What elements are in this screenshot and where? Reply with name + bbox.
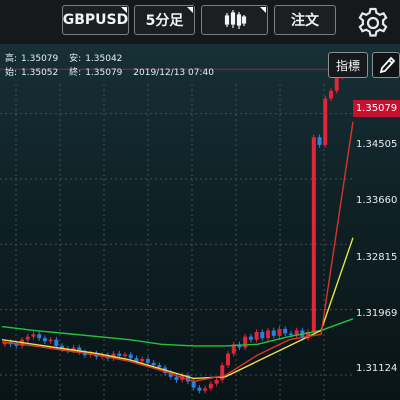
candle-body bbox=[25, 336, 30, 340]
candle-body bbox=[140, 359, 145, 362]
ohlc-line-2: 始: 1.35052 終: 1.35079 2019/12/13 07:40 bbox=[5, 68, 214, 78]
candle-body bbox=[203, 388, 208, 391]
candle-body bbox=[248, 336, 253, 340]
candle-body bbox=[328, 90, 333, 99]
candle-body bbox=[42, 338, 47, 342]
candle-body bbox=[48, 339, 53, 342]
open-value: 1.35052 bbox=[21, 68, 59, 78]
indicator-label: 指標 bbox=[335, 58, 360, 73]
candle-body bbox=[311, 137, 316, 332]
candle-body bbox=[128, 354, 133, 359]
candle-body bbox=[288, 333, 293, 336]
candle-body bbox=[197, 387, 202, 391]
close-value: 1.35079 bbox=[85, 68, 123, 78]
candle-body bbox=[317, 137, 322, 145]
candle-body bbox=[123, 354, 128, 356]
price-tick: 1.33660 bbox=[356, 195, 398, 206]
candle-body bbox=[283, 328, 288, 334]
candle-body bbox=[254, 331, 259, 340]
candle-body bbox=[277, 328, 282, 336]
price-tick: 1.32815 bbox=[356, 252, 398, 263]
candle-body bbox=[151, 362, 156, 366]
candle-body bbox=[225, 353, 230, 366]
candle-body bbox=[145, 359, 150, 363]
indicator-button[interactable]: 指標 bbox=[328, 52, 368, 78]
candle-body bbox=[31, 334, 36, 337]
moving-average-line bbox=[1, 237, 354, 380]
candle-body bbox=[266, 330, 271, 339]
price-tick: 1.34505 bbox=[356, 139, 398, 150]
candle-body bbox=[271, 330, 276, 336]
pencil-icon bbox=[379, 56, 396, 74]
price-tick: 1.31969 bbox=[356, 308, 398, 319]
price-tick: 1.31124 bbox=[356, 363, 398, 374]
candle-body bbox=[214, 379, 219, 384]
candle-body bbox=[117, 353, 122, 356]
datetime: 2019/12/13 07:40 bbox=[133, 68, 214, 78]
candle-body bbox=[260, 331, 265, 339]
ohlc-line-1: 高: 1.35079 安: 1.35042 bbox=[5, 54, 123, 64]
high-value: 1.35079 bbox=[21, 54, 59, 64]
low-value: 1.35042 bbox=[85, 54, 123, 64]
candle-body bbox=[208, 383, 213, 389]
candle-body bbox=[334, 76, 339, 91]
candle-body bbox=[243, 336, 248, 348]
candle-body bbox=[191, 381, 196, 388]
current-price-tag: 1.35079 bbox=[353, 100, 400, 117]
candle-body bbox=[54, 339, 59, 346]
candle-body bbox=[323, 98, 328, 145]
candle-body bbox=[37, 334, 42, 339]
draw-button[interactable] bbox=[372, 52, 400, 78]
candle-body bbox=[157, 365, 162, 368]
candle-body bbox=[174, 376, 179, 380]
